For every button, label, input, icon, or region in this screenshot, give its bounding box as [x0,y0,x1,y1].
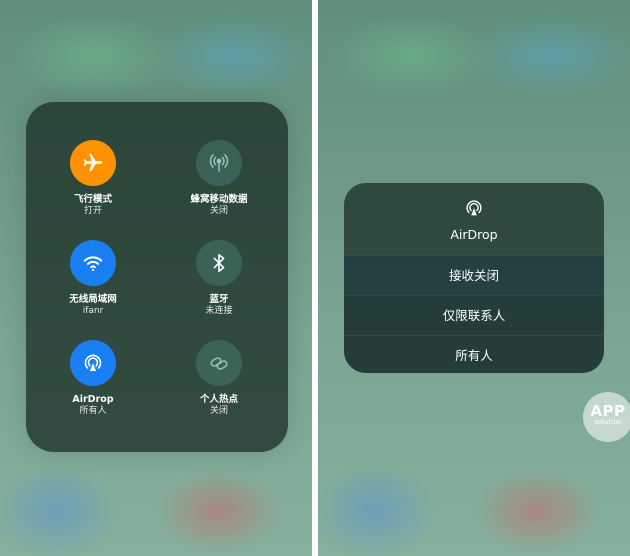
airdrop-icon [70,340,116,386]
toggle-title: 蜂窝移动数据 [190,194,248,205]
toggle-status: 关闭 [209,206,228,216]
app-solution-watermark: APP solution [583,392,630,442]
hotspot-link-icon [196,340,242,386]
toggle-status: 所有人 [79,406,107,416]
toggle-status: 关闭 [209,406,228,416]
airdrop-menu-header: AirDrop [344,183,604,255]
cellular-antenna-icon [196,140,242,186]
toggle-title: 无线局域网 [69,294,117,305]
menu-item-everyone[interactable]: 所有人 [344,335,604,373]
wifi-toggle[interactable]: 无线局域网 ifanr [38,240,148,317]
wifi-icon [70,240,116,286]
right-screen: AirDrop 接收关闭 仅限联系人 所有人 [318,0,630,556]
airdrop-toggle[interactable]: AirDrop 所有人 [38,340,148,417]
toggle-status: 未连接 [205,306,233,316]
menu-item-contacts-only[interactable]: 仅限联系人 [344,295,604,335]
toggle-status: 打开 [83,206,102,216]
cellular-data-toggle[interactable]: 蜂窝移动数据 关闭 [164,140,274,217]
airdrop-icon [344,183,604,219]
toggle-title: 蓝牙 [209,294,229,305]
personal-hotspot-toggle[interactable]: 个人热点 关闭 [164,340,274,417]
bluetooth-icon [196,240,242,286]
airdrop-menu-title: AirDrop [450,227,498,242]
connectivity-panel: 飞行模式 打开 蜂窝移动数据 关闭 无线局域网 ifanr 蓝牙 未连接 Air… [26,102,288,452]
toggle-title: 飞行模式 [73,194,112,205]
left-screen: 飞行模式 打开 蜂窝移动数据 关闭 无线局域网 ifanr 蓝牙 未连接 Air… [0,0,312,556]
airplane-icon [70,140,116,186]
toggle-title: AirDrop [72,394,114,405]
menu-item-receiving-off[interactable]: 接收关闭 [344,255,604,295]
bluetooth-toggle[interactable]: 蓝牙 未连接 [164,240,274,317]
airplane-mode-toggle[interactable]: 飞行模式 打开 [38,140,148,217]
toggle-status: ifanr [82,306,104,316]
airdrop-menu: AirDrop 接收关闭 仅限联系人 所有人 [344,183,604,373]
toggle-title: 个人热点 [199,394,238,405]
